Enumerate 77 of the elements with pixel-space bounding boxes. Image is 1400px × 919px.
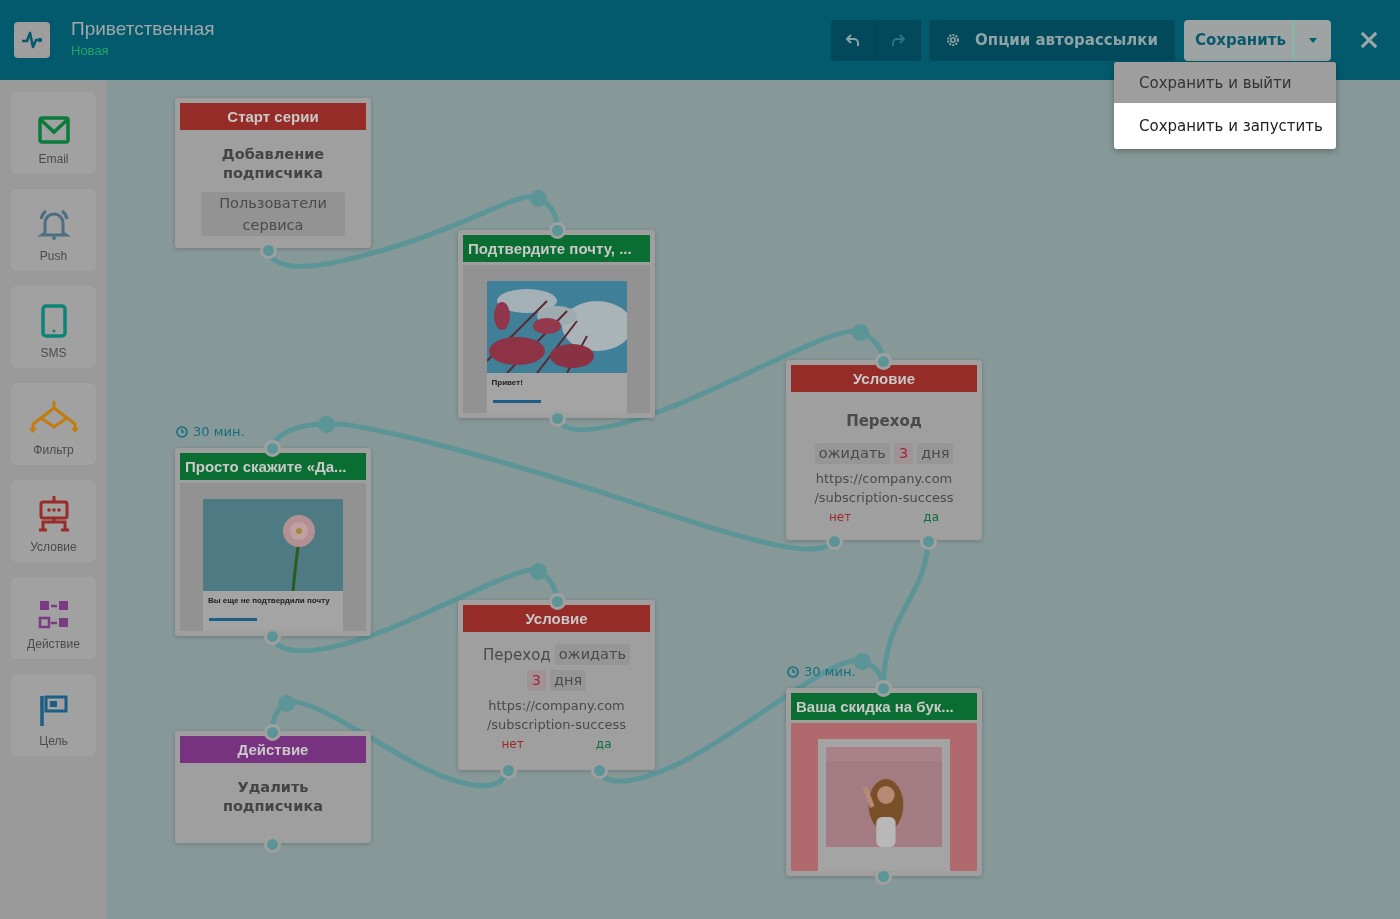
redo-icon xyxy=(890,32,906,48)
palette-item[interactable]: Email xyxy=(11,92,96,174)
unit-chip: дня xyxy=(917,443,954,464)
node-title: Просто скажите «Да... xyxy=(180,453,366,480)
url-text: /subscription-success xyxy=(486,716,627,734)
unit-chip: дня xyxy=(550,670,587,691)
node-title: Действие xyxy=(180,736,366,763)
save-dropdown-button[interactable] xyxy=(1292,19,1331,61)
flow-node[interactable]: Подтвердите почту, ... Привет! xyxy=(458,230,655,418)
node-title: Условие xyxy=(463,605,650,632)
no-branch-label: нет xyxy=(829,510,852,524)
palette-item[interactable]: Фильтр xyxy=(11,383,96,465)
connection-port[interactable] xyxy=(875,353,892,370)
yes-branch-label: да xyxy=(923,510,939,524)
email-heading: Вы еще не подтвердили почту xyxy=(208,596,330,605)
url-text: https://company.com xyxy=(488,697,625,715)
audience-tag: Пользователи сервиса xyxy=(201,192,345,236)
event-name: Переход xyxy=(483,645,551,664)
clock-icon xyxy=(787,665,799,678)
palette-item[interactable]: SMS xyxy=(11,286,96,368)
node-title: Ваша скидка на бук... xyxy=(791,693,977,720)
robot-icon xyxy=(36,496,71,532)
palette-item[interactable]: Действие xyxy=(11,577,96,659)
menu-item[interactable]: Сохранить и выйти xyxy=(1114,62,1336,103)
event-name: Переход xyxy=(845,412,923,431)
flow-node[interactable]: Условие Переход ожидать 3 дня https://company.com /subscription-success нет да xyxy=(458,600,655,770)
flow-node[interactable]: Условие Переход ожидать 3 дня https://company.com /subscription-success нет да xyxy=(786,360,982,540)
no-branch-label: нет xyxy=(501,737,524,751)
email-button-drawing xyxy=(492,400,541,403)
email-button-drawing xyxy=(209,618,257,621)
undo-icon xyxy=(845,32,861,48)
flow-node[interactable]: Ваша скидка на бук... xyxy=(786,688,982,876)
arrows-icon xyxy=(37,599,70,629)
envelope-icon xyxy=(37,116,70,144)
node-title: Старт серии xyxy=(180,103,366,130)
flow-node[interactable]: Действие Удалить подписчика xyxy=(175,731,371,843)
connection-port[interactable] xyxy=(875,868,892,885)
flow-node[interactable]: Просто скажите «Да... Вы еще не подтвердили почту xyxy=(175,448,371,636)
series-status: Новая xyxy=(71,43,110,58)
connection-port[interactable] xyxy=(826,533,843,550)
delay-text: 30 мин. xyxy=(804,664,856,679)
email-heading: Привет! xyxy=(491,378,523,387)
close-icon xyxy=(1360,30,1378,50)
connection-port[interactable] xyxy=(264,440,281,457)
connection-port[interactable] xyxy=(920,533,937,550)
caret-icon xyxy=(1309,37,1317,43)
flow-node[interactable]: Старт серии Добавление подписчика Пользователи сервиса xyxy=(175,98,371,248)
node-title: Условие xyxy=(791,365,977,392)
url-text: /subscription-success xyxy=(814,489,954,507)
node-text: Удалить подписчика xyxy=(221,778,325,816)
palette-item[interactable]: Условие xyxy=(11,480,96,562)
logo-icon xyxy=(14,22,50,58)
connection-port[interactable] xyxy=(549,222,566,239)
count-chip: 3 xyxy=(526,670,546,691)
settings-icon xyxy=(945,32,961,48)
flag-icon xyxy=(38,694,69,726)
node-text: Добавление подписчика xyxy=(220,145,326,183)
series-title: Приветственная xyxy=(71,18,215,40)
phone-icon xyxy=(40,304,67,338)
node-title: Подтвердите почту, ... xyxy=(463,235,650,262)
delay-text: 30 мин. xyxy=(193,424,245,439)
clock-icon xyxy=(176,425,188,438)
connection-port[interactable] xyxy=(264,836,281,853)
connection-port[interactable] xyxy=(875,680,892,697)
options-button[interactable]: Опции авторассылки xyxy=(929,19,1175,61)
menu-item[interactable]: Сохранить и запустить xyxy=(1114,103,1336,149)
branch-icon xyxy=(28,401,79,435)
palette-item[interactable]: Цель xyxy=(11,674,96,756)
save-button[interactable]: Сохранить xyxy=(1184,19,1292,61)
yes-branch-label: да xyxy=(595,737,612,751)
url-text: https://company.com xyxy=(815,470,953,488)
wait-chip: ожидать xyxy=(814,443,890,464)
wait-chip: ожидать xyxy=(554,644,630,665)
count-chip: 3 xyxy=(893,443,914,464)
bell-icon xyxy=(35,207,72,241)
palette-item[interactable]: Push xyxy=(11,189,96,271)
connection-port[interactable] xyxy=(549,593,566,610)
